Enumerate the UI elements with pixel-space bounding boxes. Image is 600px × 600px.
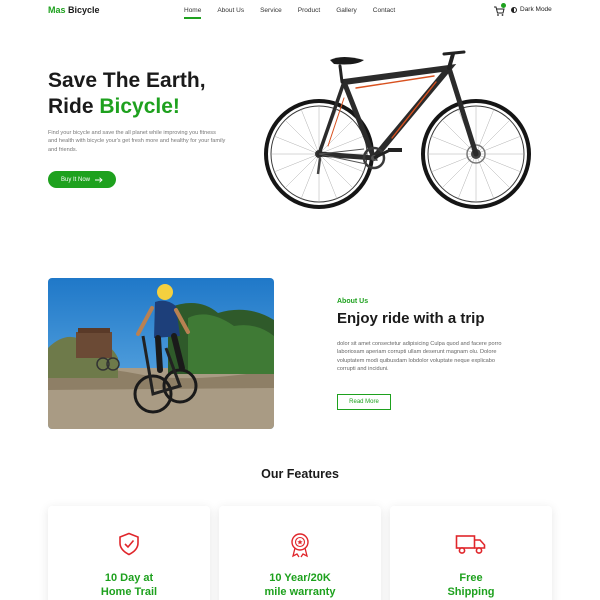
- hero-title-highlight: Bicycle!: [99, 95, 180, 118]
- about-kicker: About Us: [337, 298, 369, 305]
- nav-item-service[interactable]: Service: [260, 7, 282, 14]
- dark-mode-label: Dark Mode: [520, 6, 552, 13]
- feature-label-shipping: Free Shipping: [447, 572, 495, 598]
- hero-description: Find your bicycle and save the all plane…: [48, 130, 226, 153]
- buy-it-now-button[interactable]: Buy It Now: [48, 171, 116, 188]
- logo-part-2: Bicycle: [68, 5, 100, 15]
- dark-mode-toggle[interactable]: Dark Mode: [511, 6, 552, 13]
- contrast-icon: [511, 6, 517, 13]
- cyclist-photo: [48, 278, 274, 429]
- cart-button[interactable]: [493, 3, 506, 16]
- feature-card-trial: 10 Day at Home Trail: [48, 506, 210, 600]
- nav-item-contact[interactable]: Contact: [373, 7, 395, 14]
- nav-item-gallery[interactable]: Gallery: [336, 7, 357, 14]
- features-title: Our Features: [261, 467, 339, 481]
- award-badge-icon: [291, 533, 309, 558]
- hero-title-prefix: Ride: [48, 95, 100, 118]
- nav-item-home[interactable]: Home: [184, 7, 202, 19]
- hero-title-line-2: Ride Bicycle!: [48, 94, 206, 120]
- about-title: Enjoy ride with a trip: [337, 310, 485, 327]
- hero-title-line-1: Save The Earth,: [48, 69, 206, 92]
- about-text: dolor sit amet consectetur adipisicing C…: [337, 341, 502, 372]
- nav-item-product[interactable]: Product: [298, 7, 320, 14]
- read-more-button[interactable]: Read More: [337, 394, 391, 410]
- arrow-right-icon: [95, 176, 103, 183]
- feature-card-shipping: Free Shipping: [390, 506, 552, 600]
- main-menu: Home About Us Service Product Gallery Co…: [184, 7, 411, 19]
- truck-icon: [455, 535, 486, 554]
- feature-card-warranty: 10 Year/20K mile warranty: [219, 506, 381, 600]
- feature-label-trial: 10 Day at Home Trail: [100, 572, 158, 598]
- logo[interactable]: Mas Bicycle: [48, 5, 100, 15]
- hero-title: Save The Earth, Ride Bicycle!: [48, 68, 206, 120]
- logo-part-1: Mas: [48, 5, 66, 15]
- bicycle-image: [264, 50, 531, 209]
- buy-it-now-label: Buy It Now: [60, 176, 90, 183]
- shield-check-icon: [119, 532, 139, 556]
- nav-item-about-us[interactable]: About Us: [217, 7, 244, 14]
- cart-badge: [501, 3, 506, 8]
- navbar: Mas Bicycle Home About Us Service Produc…: [0, 0, 600, 22]
- feature-label-warranty: 10 Year/20K mile warranty: [264, 572, 336, 598]
